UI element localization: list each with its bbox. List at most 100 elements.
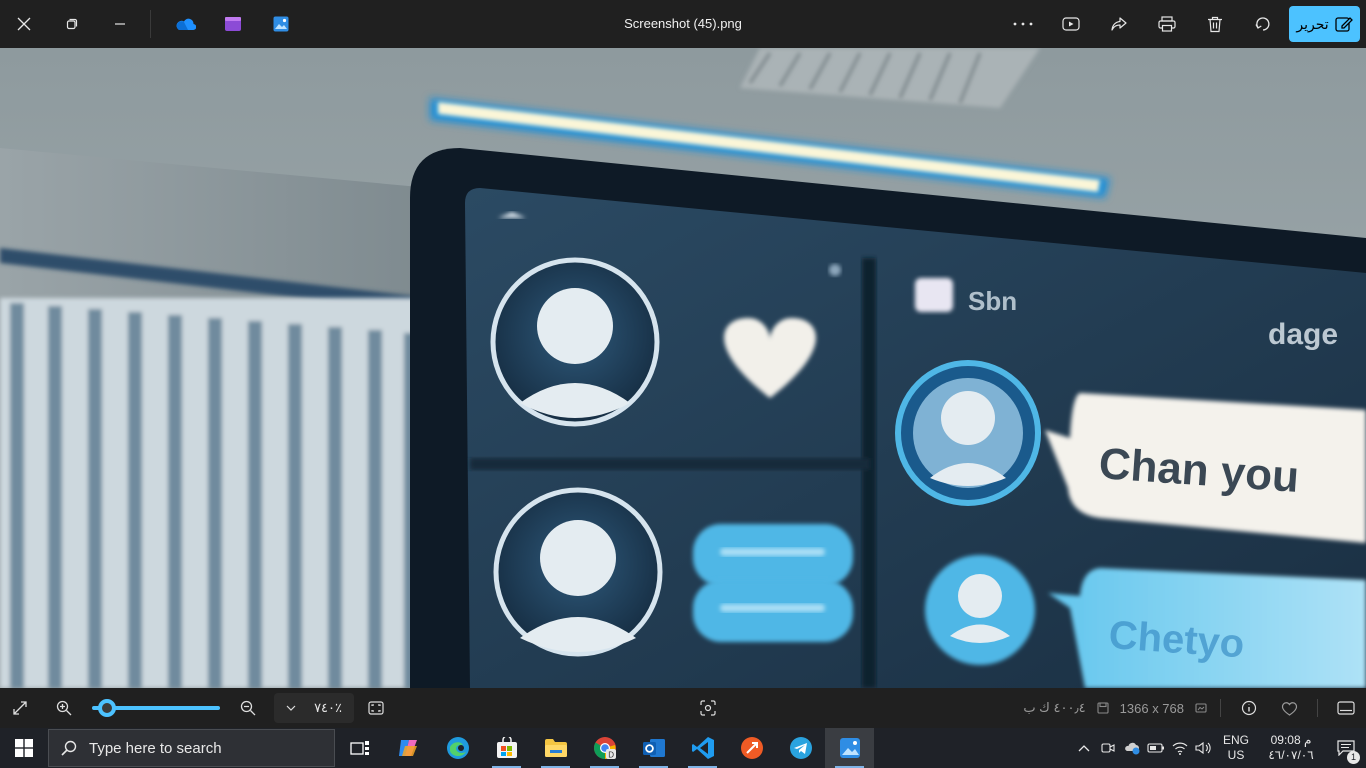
share-icon bbox=[1111, 17, 1127, 31]
expand-icon bbox=[13, 701, 27, 715]
filmstrip-icon bbox=[1337, 701, 1355, 715]
fit-window-icon bbox=[368, 701, 384, 715]
slideshow-button[interactable] bbox=[1047, 0, 1095, 48]
clock-date: ٤٦/٠٧/٠٦ bbox=[1268, 748, 1314, 762]
edit-image-button[interactable]: تحرير bbox=[1289, 6, 1360, 42]
windows-icon bbox=[15, 739, 33, 757]
battery-icon bbox=[1147, 743, 1164, 753]
file-explorer-app[interactable] bbox=[531, 728, 580, 768]
avatar-1 bbox=[490, 257, 660, 427]
lang-region: US bbox=[1227, 748, 1245, 762]
volume-button[interactable] bbox=[1192, 728, 1216, 768]
minimize-icon bbox=[115, 23, 125, 25]
edit-label: تحرير bbox=[1296, 15, 1329, 32]
camera-icon bbox=[1101, 743, 1115, 753]
header-text-right: dage bbox=[1268, 318, 1338, 351]
task-view-button[interactable] bbox=[335, 728, 384, 768]
edit-image-icon bbox=[1334, 17, 1353, 32]
show-hidden-icons-button[interactable] bbox=[1072, 728, 1096, 768]
title-bar: Screenshot (45).png تحرير bbox=[0, 0, 1366, 48]
notification-center-button[interactable]: 1 bbox=[1326, 728, 1366, 768]
more-options-button[interactable] bbox=[999, 0, 1047, 48]
edge-icon bbox=[446, 737, 469, 759]
battery-button[interactable] bbox=[1144, 728, 1168, 768]
zoom-dropdown[interactable]: ٧٤٠٪ bbox=[274, 693, 354, 723]
print-button[interactable] bbox=[1143, 0, 1191, 48]
start-button[interactable] bbox=[0, 728, 48, 768]
camera-in-use-button[interactable] bbox=[1096, 728, 1120, 768]
copilot-app[interactable] bbox=[384, 728, 433, 768]
header-app-icon bbox=[915, 278, 953, 312]
title-separator bbox=[150, 10, 151, 38]
store-app[interactable] bbox=[482, 728, 531, 768]
clock-time: 09:08 م bbox=[1270, 733, 1312, 747]
onedrive-icon bbox=[176, 18, 196, 31]
chrome-icon: D bbox=[593, 737, 616, 760]
file-info-button[interactable] bbox=[1229, 688, 1269, 728]
lang-code: ENG bbox=[1222, 733, 1249, 747]
zoom-in-button[interactable] bbox=[44, 688, 84, 728]
taskbar-search-box[interactable]: Type here to search bbox=[48, 729, 335, 767]
onedrive-tray-button[interactable] bbox=[1120, 728, 1144, 768]
chevron-down-icon bbox=[286, 705, 296, 711]
zoom-slider[interactable] bbox=[92, 699, 220, 717]
filmstrip-button[interactable] bbox=[1326, 688, 1366, 728]
svg-text:D: D bbox=[608, 751, 614, 760]
clipchamp-icon bbox=[225, 17, 241, 31]
wifi-icon bbox=[1172, 742, 1188, 755]
system-tray: ENG US 09:08 م ٤٦/٠٧/٠٦ 1 bbox=[1072, 728, 1366, 768]
network-button[interactable] bbox=[1168, 728, 1192, 768]
zoom-slider-thumb[interactable] bbox=[98, 699, 117, 717]
photos-editor-button[interactable] bbox=[257, 0, 305, 48]
close-icon bbox=[17, 17, 31, 31]
file-size: ٤٠٠٫٤ ك ب bbox=[1023, 700, 1086, 715]
minimize-button[interactable] bbox=[96, 0, 144, 48]
outlook-app[interactable] bbox=[629, 728, 678, 768]
header-text: Sbn bbox=[968, 286, 1017, 316]
favorite-button[interactable] bbox=[1269, 688, 1309, 728]
photos-icon bbox=[273, 16, 289, 32]
restore-button[interactable] bbox=[48, 0, 96, 48]
vscode-icon bbox=[691, 737, 714, 759]
zoom-out-icon bbox=[240, 700, 256, 716]
zoom-in-icon bbox=[56, 700, 72, 716]
rotate-icon bbox=[1255, 17, 1270, 31]
delete-button[interactable] bbox=[1191, 0, 1239, 48]
vscode-app[interactable] bbox=[678, 728, 727, 768]
displayed-photo: Sbn dage Chan you Chetyo bbox=[0, 48, 1366, 688]
share-button[interactable] bbox=[1095, 0, 1143, 48]
more-icon bbox=[1013, 22, 1033, 26]
avatar-3 bbox=[895, 360, 1041, 506]
fullscreen-button[interactable] bbox=[0, 688, 40, 728]
printer-icon bbox=[1158, 16, 1176, 32]
visual-search-button[interactable] bbox=[688, 688, 728, 728]
cloud-status-icon bbox=[1125, 742, 1140, 755]
task-view-icon bbox=[349, 741, 369, 755]
close-button[interactable] bbox=[0, 0, 48, 48]
chrome-app[interactable]: D bbox=[580, 728, 629, 768]
avatar-4 bbox=[925, 555, 1035, 665]
clock-button[interactable]: 09:08 م ٤٦/٠٧/٠٦ bbox=[1256, 733, 1326, 763]
postman-app[interactable] bbox=[727, 728, 776, 768]
notification-count-badge: 1 bbox=[1347, 751, 1360, 764]
folder-icon bbox=[544, 739, 567, 757]
photos-app[interactable] bbox=[825, 728, 874, 768]
photos-icon bbox=[839, 738, 860, 758]
copilot-icon bbox=[398, 740, 417, 756]
rotate-button[interactable] bbox=[1239, 0, 1287, 48]
zoom-out-button[interactable] bbox=[228, 688, 268, 728]
chevron-up-icon bbox=[1078, 745, 1090, 752]
input-language-button[interactable]: ENG US bbox=[1216, 733, 1256, 763]
telegram-app[interactable] bbox=[776, 728, 825, 768]
fit-to-window-button[interactable] bbox=[356, 688, 396, 728]
zoom-value: ٧٤٠٪ bbox=[314, 700, 342, 715]
image-viewer-canvas[interactable]: Sbn dage Chan you Chetyo bbox=[0, 48, 1366, 688]
telegram-icon bbox=[789, 737, 812, 759]
onedrive-button[interactable] bbox=[161, 0, 209, 48]
outlook-icon bbox=[642, 739, 665, 757]
slideshow-icon bbox=[1062, 17, 1080, 31]
status-bar: ٧٤٠٪ ٤٠٠٫٤ ك ب 1366 x 768 bbox=[0, 688, 1366, 728]
restore-icon bbox=[66, 18, 78, 30]
edge-app[interactable] bbox=[433, 728, 482, 768]
clipchamp-button[interactable] bbox=[209, 0, 257, 48]
